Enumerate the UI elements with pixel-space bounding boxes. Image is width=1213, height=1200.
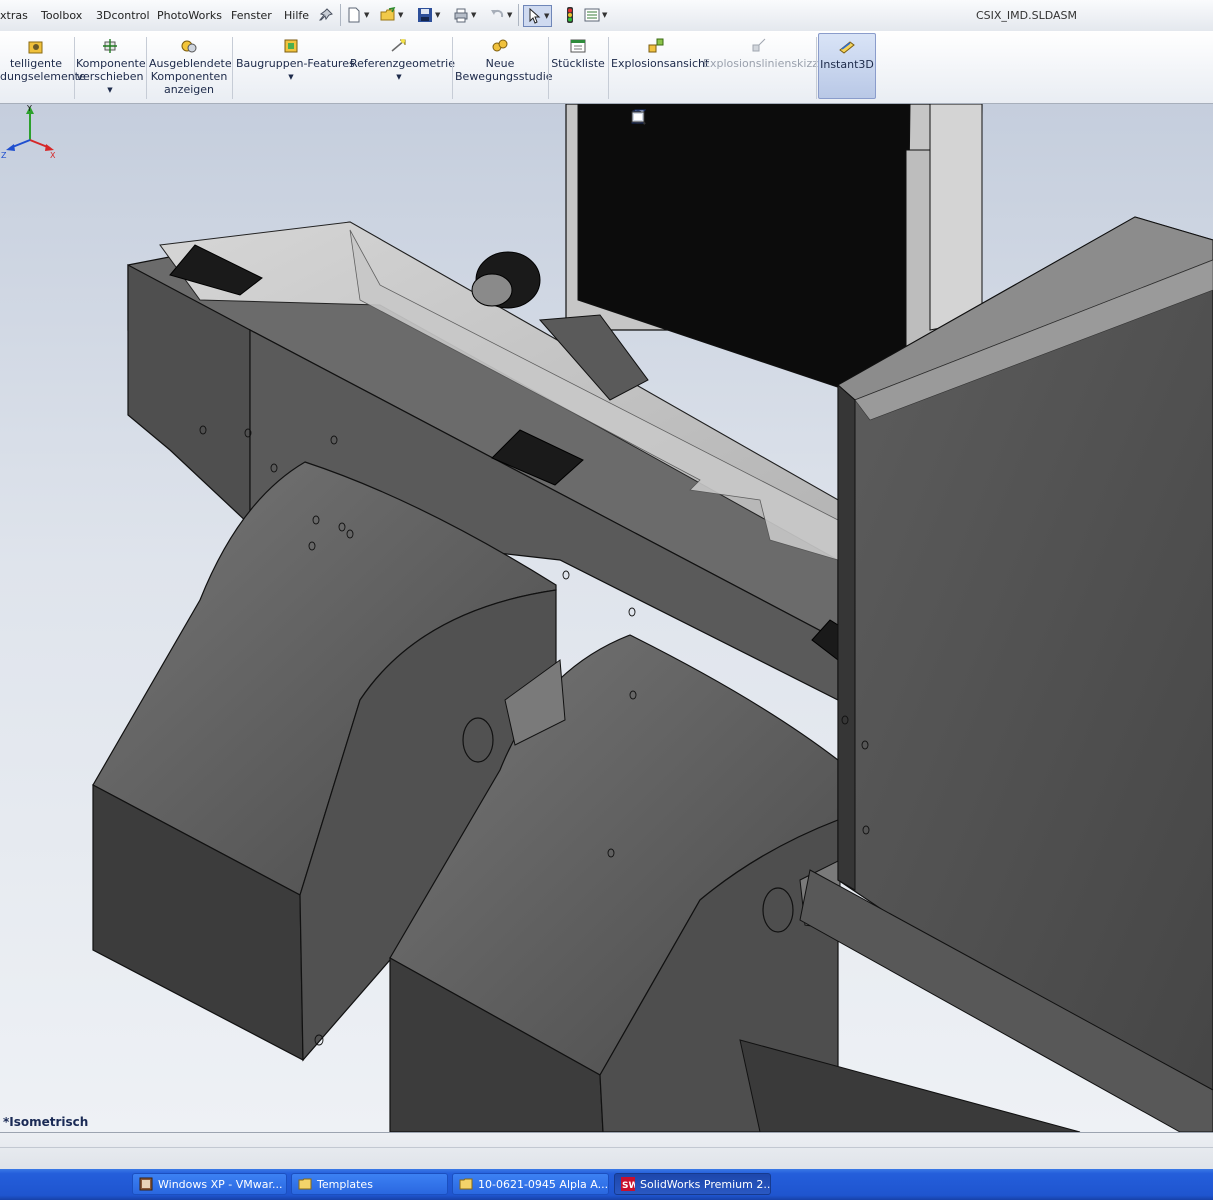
taskbar-item-label: 10-0621-0945 Alpla A...: [478, 1177, 609, 1191]
dropdown-arrow-icon[interactable]: ▼: [236, 71, 346, 84]
command-separator: [146, 37, 147, 99]
cmd-label: Explosionslinienskizze: [703, 57, 825, 70]
taskbar-item-solidworks[interactable]: SW SolidWorks Premium 2...: [614, 1173, 771, 1195]
toolbar-separator: [518, 4, 519, 26]
open-folder-icon: [380, 7, 396, 21]
vmware-icon: [139, 1177, 153, 1191]
command-separator: [608, 37, 609, 99]
traffic-light-icon: [567, 7, 573, 23]
triad-z-label: Z: [1, 151, 7, 160]
dropdown-arrow-icon[interactable]: ▼: [76, 84, 144, 97]
assembly-features-icon: [284, 39, 298, 53]
show-hidden-components-button[interactable]: Ausgeblendete Komponenten anzeigen: [149, 33, 232, 99]
menu-extras[interactable]: xtras: [0, 9, 28, 22]
save-button[interactable]: ▼: [417, 6, 440, 24]
command-separator: [452, 37, 453, 99]
menu-fenster[interactable]: Fenster: [231, 9, 272, 22]
command-separator: [816, 37, 817, 99]
explode-line-sketch-icon: [752, 38, 766, 52]
exploded-view-button[interactable]: Explosionsansicht: [611, 33, 709, 99]
taskbar-item-templates[interactable]: Templates: [291, 1173, 448, 1195]
pushpin-icon: [318, 8, 333, 21]
menu-bar: xtras Toolbox 3Dcontrol PhotoWorks Fenst…: [0, 0, 1213, 32]
save-icon: [418, 8, 432, 22]
smart-fasteners-button[interactable]: telligente dungselemente: [0, 33, 86, 99]
cmd-label: Instant3D: [820, 58, 874, 71]
move-component-icon: [103, 39, 117, 53]
open-button[interactable]: ▼: [380, 6, 403, 24]
cmd-label: Referenzgeometrie: [350, 57, 455, 70]
svg-text:SW: SW: [622, 1181, 635, 1191]
options-list-icon: [584, 8, 600, 22]
instant3d-button[interactable]: Instant3D: [818, 33, 876, 99]
graphics-area[interactable]: Y X Z *Isometrisch: [0, 104, 1213, 1132]
assembly-model[interactable]: [0, 104, 1213, 1132]
undo-button[interactable]: ▼: [489, 6, 512, 24]
reference-geometry-button[interactable]: Referenzgeometrie ▼: [350, 33, 455, 99]
triad-x-label: X: [50, 151, 56, 160]
command-separator: [74, 37, 75, 99]
menu-3dcontrol[interactable]: 3Dcontrol: [96, 9, 150, 22]
taskbar-item-label: Windows XP - VMwar...: [158, 1177, 283, 1191]
command-separator: [232, 37, 233, 99]
bill-of-materials-button[interactable]: Stückliste: [551, 33, 605, 99]
taskbar-item-project-folder[interactable]: 10-0621-0945 Alpla A...: [452, 1173, 609, 1195]
menu-photoworks[interactable]: PhotoWorks: [157, 9, 222, 22]
bill-of-materials-icon: [570, 39, 586, 53]
new-motion-study-button[interactable]: Neue Bewegungsstudie: [455, 33, 553, 99]
new-motion-study-icon: [492, 39, 508, 52]
cursor-arrow-icon: [529, 8, 541, 24]
instant3d-icon: [839, 41, 855, 54]
cmd-label: Baugruppen-Features: [236, 57, 355, 70]
smart-fasteners-icon: [28, 41, 43, 54]
cmd-label: Komponente verschieben: [76, 57, 146, 83]
explode-line-sketch-button[interactable]: Explosionslinienskizze: [703, 33, 825, 99]
taskbar-item-label: Templates: [317, 1177, 373, 1191]
print-button[interactable]: ▼: [453, 6, 476, 24]
command-manager: telligente dungselemente Komponente vers…: [0, 31, 1213, 104]
cmd-label: Neue Bewegungsstudie: [455, 57, 553, 83]
folder-icon: [298, 1178, 312, 1190]
solidworks-icon: SW: [621, 1177, 635, 1191]
new-document-button[interactable]: ▼: [346, 6, 369, 24]
options-button[interactable]: ▼: [584, 6, 607, 24]
cmd-label: Explosionsansicht: [611, 57, 710, 70]
windows-taskbar: Windows XP - VMwar... Templates 10-0621-…: [0, 1169, 1213, 1200]
status-divider: [0, 1147, 1213, 1148]
dropdown-arrow-icon[interactable]: ▼: [350, 71, 448, 84]
taskbar-item-label: SolidWorks Premium 2...: [640, 1177, 771, 1191]
view-orientation-label: *Isometrisch: [3, 1115, 89, 1129]
select-button[interactable]: ▼: [523, 5, 553, 27]
exploded-view-icon: [648, 38, 664, 53]
undo-icon: [491, 9, 504, 18]
triad-y-label: Y: [26, 104, 32, 113]
document-title: CSIX_IMD.SLDASM: [975, 9, 1077, 22]
folder-icon: [459, 1178, 473, 1190]
menu-toolbox[interactable]: Toolbox: [41, 9, 82, 22]
toolbar-separator: [340, 4, 341, 26]
cmd-label: Ausgeblendete Komponenten anzeigen: [149, 57, 232, 96]
cmd-label: Stückliste: [551, 57, 605, 70]
show-hidden-components-icon: [181, 40, 197, 53]
command-separator: [548, 37, 549, 99]
menu-hilfe[interactable]: Hilfe: [284, 9, 309, 22]
view-settings-icon[interactable]: [630, 109, 646, 125]
pin-menu-button[interactable]: [318, 6, 334, 24]
status-area: [0, 1132, 1213, 1170]
printer-icon: [454, 8, 468, 23]
new-document-icon: [348, 7, 360, 23]
taskbar-item-vmware[interactable]: Windows XP - VMwar...: [132, 1173, 287, 1195]
cmd-label: telligente dungselemente: [0, 57, 86, 83]
assembly-features-button[interactable]: Baugruppen-Features ▼: [236, 33, 355, 99]
reference-geometry-icon: [391, 39, 406, 52]
rebuild-button[interactable]: [562, 6, 578, 24]
reference-triad-icon: Y X Z: [1, 104, 56, 160]
move-component-button[interactable]: Komponente verschieben ▼: [76, 33, 146, 99]
